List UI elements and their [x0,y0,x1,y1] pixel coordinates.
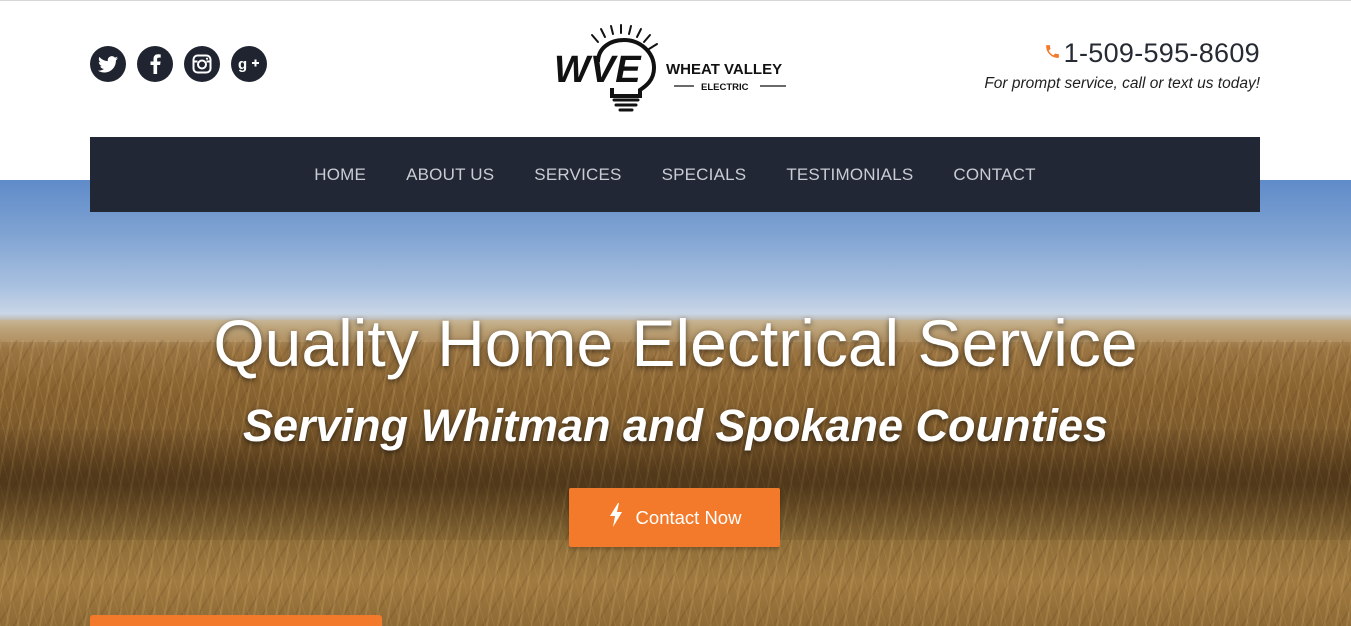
phone-block: 1-509-595-8609 For prompt service, call … [984,38,1260,93]
twitter-icon[interactable] [90,46,126,82]
svg-text:WVE: WVE [554,49,642,91]
svg-text:ELECTRIC: ELECTRIC [701,82,749,93]
main-nav: HOME ABOUT US SERVICES SPECIALS TESTIMON… [90,137,1260,212]
phone-tagline: For prompt service, call or text us toda… [984,75,1260,92]
nav-item-specials[interactable]: SPECIALS [642,165,767,185]
nav-item-contact[interactable]: CONTACT [933,165,1055,185]
logo[interactable]: WVE WHEAT VALLEY ELECTRIC [554,22,794,117]
nav-item-services[interactable]: SERVICES [514,165,641,185]
phone-icon [1044,43,1061,65]
contact-now-label: Contact Now [635,506,742,528]
bulb-rays-icon [591,24,658,50]
nav-item-about-us[interactable]: ABOUT US [386,165,514,185]
top-border [0,0,1351,1]
instagram-icon[interactable] [184,46,220,82]
orange-tab-button[interactable] [90,615,382,626]
nav-item-home[interactable]: HOME [294,165,386,185]
hero-subtitle: Serving Whitman and Spokane Counties [242,400,1109,451]
google-plus-icon[interactable]: g [231,46,267,82]
svg-text:g: g [238,56,247,72]
nav-item-testimonials[interactable]: TESTIMONIALS [766,165,933,185]
svg-text:WHEAT VALLEY: WHEAT VALLEY [666,61,782,78]
lightning-icon [608,503,624,532]
phone-line: 1-509-595-8609 [984,38,1260,69]
contact-now-button[interactable]: Contact Now [569,488,780,547]
facebook-icon[interactable] [137,46,173,82]
hero-title: Quality Home Electrical Service [213,306,1138,380]
phone-number[interactable]: 1-509-595-8609 [1064,38,1260,69]
social-links: g [90,46,267,82]
